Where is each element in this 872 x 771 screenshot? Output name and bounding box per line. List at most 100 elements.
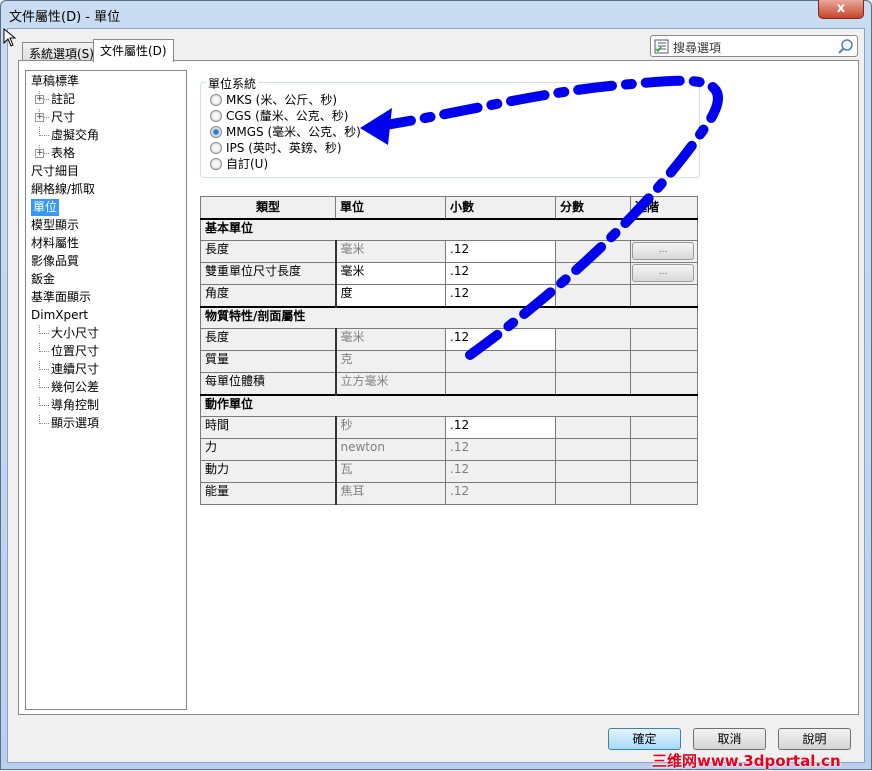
options-tree[interactable]: 草稿標準 + 註記 + 尺寸 虛擬交角 + 表格 尺寸細目 網格線/抓取 單位 模型顯示 材料屬性 影像品… <box>25 70 187 710</box>
tree-item[interactable]: 表格 <box>51 145 75 162</box>
search-placeholder: 搜尋選項 <box>673 41 722 55</box>
tree-item[interactable]: 位置尺寸 <box>51 343 99 360</box>
advanced-button[interactable]: ... <box>632 242 694 260</box>
radio-label: IPS (英吋、英鎊、秒) <box>226 141 342 155</box>
cell-fraction <box>555 284 631 307</box>
section-row: 動作單位 <box>200 393 698 417</box>
cell-unit: 秒 <box>335 416 446 439</box>
cell-unit[interactable]: 度 <box>335 284 446 307</box>
cell-type: 質量 <box>200 350 337 373</box>
radio-label: 自訂(U) <box>226 157 269 171</box>
unit-system-radio[interactable]: 自訂(U) <box>210 156 268 172</box>
cell-decimal[interactable]: .12 <box>445 262 556 285</box>
cell-type: 長度 <box>200 328 337 351</box>
tree-item[interactable]: 顯示選項 <box>51 415 99 432</box>
header-unit: 單位 <box>335 196 446 220</box>
expand-icon[interactable]: + <box>35 95 44 104</box>
tree-item[interactable]: 草稿標準 <box>31 73 79 90</box>
tree-connector <box>39 397 49 406</box>
tree-item[interactable]: 網格線/抓取 <box>31 181 95 198</box>
section-title: 物質特性/剖面屬性 <box>200 305 698 329</box>
unit-system-radio[interactable]: CGS (釐米、公克、秒) <box>210 108 348 124</box>
search-icon[interactable] <box>837 38 854 55</box>
cell-fraction <box>555 372 631 395</box>
section-title: 基本單位 <box>200 217 698 241</box>
section-row: 物質特性/剖面屬性 <box>200 305 698 329</box>
cell-fraction <box>555 460 631 483</box>
tree-item[interactable]: 模型顯示 <box>31 217 79 234</box>
table-row: 力 newton .12 <box>200 438 698 461</box>
table-row: 質量克 <box>200 350 698 373</box>
cell-advanced <box>630 460 698 483</box>
window-title: 文件屬性(D) - 單位 <box>9 10 121 25</box>
cell-type: 角度 <box>200 284 337 307</box>
ok-button[interactable]: 確定 <box>608 728 681 750</box>
radio-label: MMGS (毫米、公克、秒) <box>226 125 361 139</box>
cell-advanced <box>630 372 698 395</box>
radio-circle-icon[interactable] <box>210 110 222 122</box>
cancel-button[interactable]: 取消 <box>693 728 766 750</box>
cell-decimal[interactable]: .12 <box>445 284 556 307</box>
cell-decimal[interactable]: .12 <box>445 328 556 351</box>
cell-advanced <box>630 328 698 351</box>
header-fraction: 分數 <box>555 196 631 220</box>
cell-decimal[interactable]: .12 <box>445 240 556 263</box>
expand-icon[interactable]: + <box>35 149 44 158</box>
cell-fraction <box>555 416 631 439</box>
tree-item[interactable]: 單位 <box>31 199 60 216</box>
tab-system-options[interactable]: 系統選項(S) <box>22 42 101 61</box>
cell-unit: 立方毫米 <box>335 372 446 395</box>
close-button[interactable]: x <box>818 0 864 19</box>
tree-item[interactable]: 基準面顯示 <box>31 289 91 306</box>
unit-system-radio[interactable]: IPS (英吋、英鎊、秒) <box>210 140 342 156</box>
tree-item[interactable]: 影像品質 <box>31 253 79 270</box>
cell-unit: 克 <box>335 350 446 373</box>
expand-icon[interactable]: + <box>35 113 44 122</box>
tree-connector <box>39 343 49 352</box>
tab-document-properties[interactable]: 文件屬性(D) <box>93 39 174 62</box>
unit-system-radio[interactable]: MMGS (毫米、公克、秒) <box>210 124 361 140</box>
unit-system-radio[interactable]: MKS (米、公斤、秒) <box>210 92 337 108</box>
cell-fraction <box>555 262 631 285</box>
help-button[interactable]: 說明 <box>778 728 851 750</box>
tree-item[interactable]: 幾何公差 <box>51 379 99 396</box>
radio-label: MKS (米、公斤、秒) <box>226 93 338 107</box>
header-decimal: 小數 <box>445 196 556 220</box>
unit-system-label: 單位系統 <box>206 75 259 92</box>
tree-item[interactable]: 材料屬性 <box>31 235 79 252</box>
tree-connector <box>39 361 49 370</box>
table-row: 時間秒 .12 <box>200 416 698 439</box>
advanced-button[interactable]: ... <box>632 264 694 282</box>
search-input[interactable]: 搜尋選項 <box>650 35 858 57</box>
tree-item[interactable]: DimXpert <box>31 307 88 324</box>
cell-type: 時間 <box>200 416 337 439</box>
tree-item[interactable]: 連續尺寸 <box>51 361 99 378</box>
radio-circle-icon[interactable] <box>210 158 222 170</box>
watermark: 三维网www.3dportal.cn <box>652 752 841 770</box>
radio-circle-icon[interactable] <box>210 142 222 154</box>
tree-connector <box>39 325 49 334</box>
cell-fraction <box>555 328 631 351</box>
tree-item[interactable]: 導角控制 <box>51 397 99 414</box>
cell-decimal: .12 <box>445 438 556 461</box>
cell-type: 力 <box>200 438 337 461</box>
table-row: 角度度 .12 <box>200 284 698 307</box>
cell-unit: 瓦 <box>335 460 446 483</box>
tree-item[interactable]: 鈑金 <box>31 271 55 288</box>
cell-decimal <box>445 372 556 395</box>
tree-item[interactable]: 虛擬交角 <box>51 127 99 144</box>
cell-advanced <box>630 284 698 307</box>
cell-unit: 毫米 <box>335 328 446 351</box>
cell-unit: 焦耳 <box>335 482 446 505</box>
radio-circle-icon[interactable] <box>210 126 222 138</box>
tree-item[interactable]: 註記 <box>51 91 75 108</box>
tree-item[interactable]: 尺寸細目 <box>31 163 79 180</box>
radio-circle-icon[interactable] <box>210 94 222 106</box>
cell-unit[interactable]: 毫米 <box>335 262 446 285</box>
tree-item[interactable]: 尺寸 <box>51 109 75 126</box>
cell-decimal[interactable]: .12 <box>445 416 556 439</box>
tree-item[interactable]: 大小尺寸 <box>51 325 99 342</box>
cell-fraction <box>555 350 631 373</box>
cell-type: 每單位體積 <box>200 372 337 395</box>
header-advanced: 進階 <box>630 196 698 220</box>
